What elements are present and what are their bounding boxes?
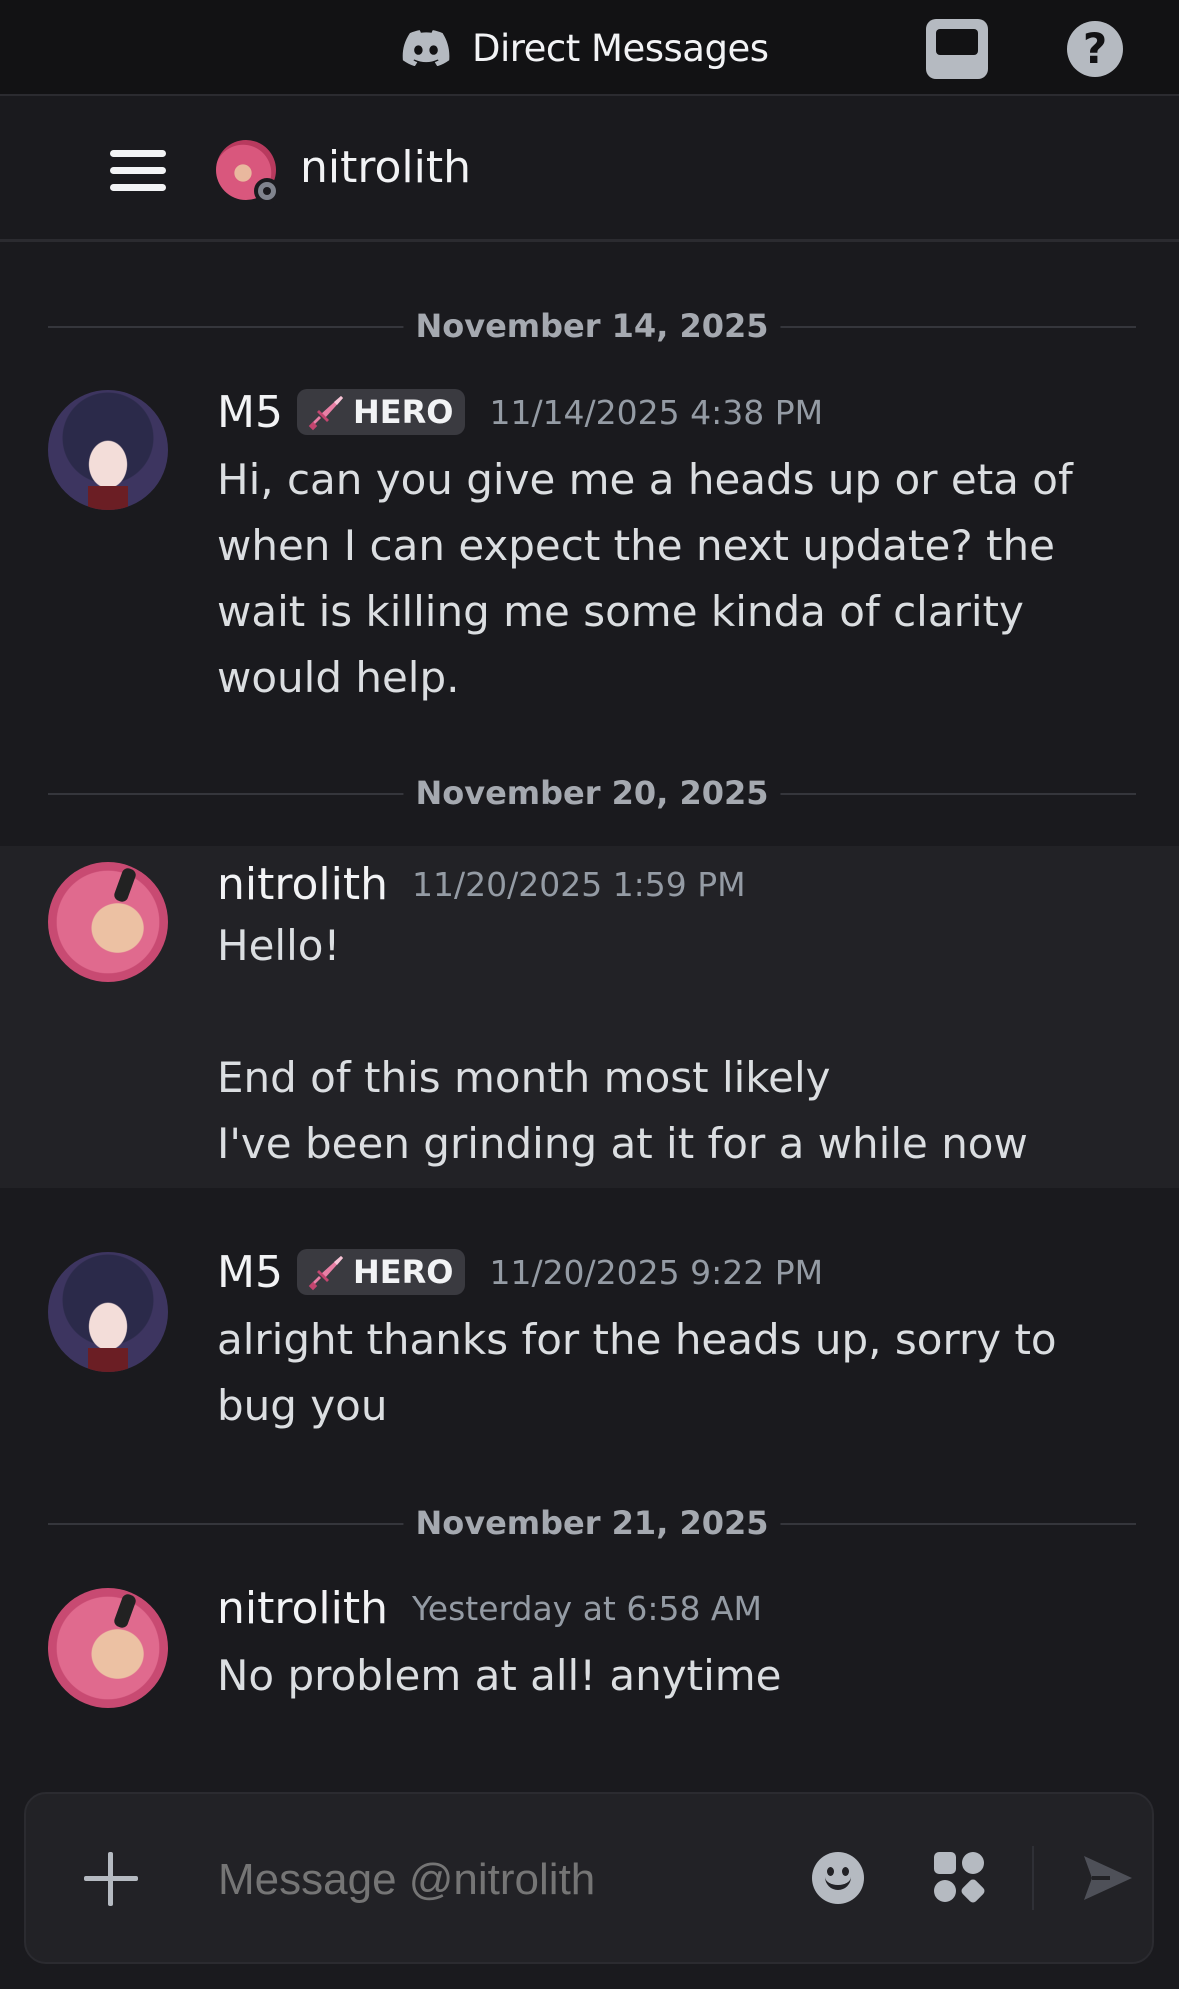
apps-icon[interactable] <box>932 1850 988 1906</box>
username[interactable]: M5 <box>217 1247 283 1298</box>
date-divider-label: November 21, 2025 <box>403 1503 781 1543</box>
message-group: nitrolith Yesterday at 6:58 AM No proble… <box>0 1576 1179 1726</box>
sword-icon <box>308 396 343 431</box>
timestamp: 11/14/2025 4:38 PM <box>489 392 824 432</box>
message-header: nitrolith 11/20/2025 1:59 PM <box>217 856 746 912</box>
sword-icon <box>308 1256 343 1291</box>
discord-logo-icon <box>402 30 450 66</box>
hero-badge[interactable]: HERO <box>296 1249 466 1295</box>
top-bar-title-group: Direct Messages <box>402 24 769 72</box>
badge-label: HERO <box>352 393 454 431</box>
username[interactable]: nitrolith <box>217 859 388 910</box>
message-text: Hi, can you give me a heads up or eta of… <box>217 455 1087 702</box>
date-divider-label: November 14, 2025 <box>403 306 781 346</box>
username[interactable]: M5 <box>217 387 283 438</box>
timestamp: 11/20/2025 9:22 PM <box>489 1252 824 1292</box>
date-divider-label: November 20, 2025 <box>403 773 781 813</box>
offline-status-icon <box>254 178 280 204</box>
date-divider: November 14, 2025 <box>48 306 1136 346</box>
message-group: M5 HERO 11/14/2025 4:38 PM Hi, can you g… <box>0 380 1179 720</box>
message-composer <box>24 1792 1154 1964</box>
channel-name[interactable]: nitrolith <box>300 142 471 193</box>
hamburger-menu-icon[interactable] <box>110 150 166 192</box>
message-header: nitrolith Yesterday at 6:58 AM <box>217 1580 762 1636</box>
composer-divider <box>1032 1846 1034 1910</box>
message-group: M5 HERO 11/20/2025 9:22 PM alright thank… <box>0 1240 1179 1450</box>
avatar[interactable] <box>48 390 168 510</box>
avatar[interactable] <box>48 1588 168 1708</box>
top-bar: Direct Messages ? <box>0 0 1179 96</box>
message-text: No problem at all! anytime <box>217 1651 782 1700</box>
hero-badge[interactable]: HERO <box>296 389 466 435</box>
timestamp: 11/20/2025 1:59 PM <box>412 864 746 904</box>
emoji-icon[interactable] <box>812 1852 864 1904</box>
inbox-icon[interactable] <box>926 19 988 79</box>
send-icon[interactable] <box>1080 1852 1136 1904</box>
plus-icon[interactable] <box>84 1852 138 1906</box>
channel-header <box>0 98 1179 242</box>
avatar[interactable] <box>48 1252 168 1372</box>
avatar[interactable] <box>48 862 168 982</box>
badge-label: HERO <box>352 1253 454 1291</box>
message-group: nitrolith 11/20/2025 1:59 PM Hello! End … <box>0 846 1179 1188</box>
help-icon[interactable]: ? <box>1067 21 1123 77</box>
message-text: alright thanks for the heads up, sorry t… <box>217 1315 1070 1430</box>
message-input[interactable] <box>218 1850 778 1910</box>
date-divider: November 21, 2025 <box>48 1503 1136 1543</box>
message-text: Hello! End of this month most likely I'v… <box>217 921 1028 1168</box>
message-header: M5 HERO 11/20/2025 9:22 PM <box>217 1244 823 1300</box>
timestamp: Yesterday at 6:58 AM <box>412 1588 762 1628</box>
date-divider: November 20, 2025 <box>48 773 1136 813</box>
header-avatar[interactable] <box>216 140 280 204</box>
page-title: Direct Messages <box>472 26 769 70</box>
username[interactable]: nitrolith <box>217 1583 388 1634</box>
message-header: M5 HERO 11/14/2025 4:38 PM <box>217 384 823 440</box>
